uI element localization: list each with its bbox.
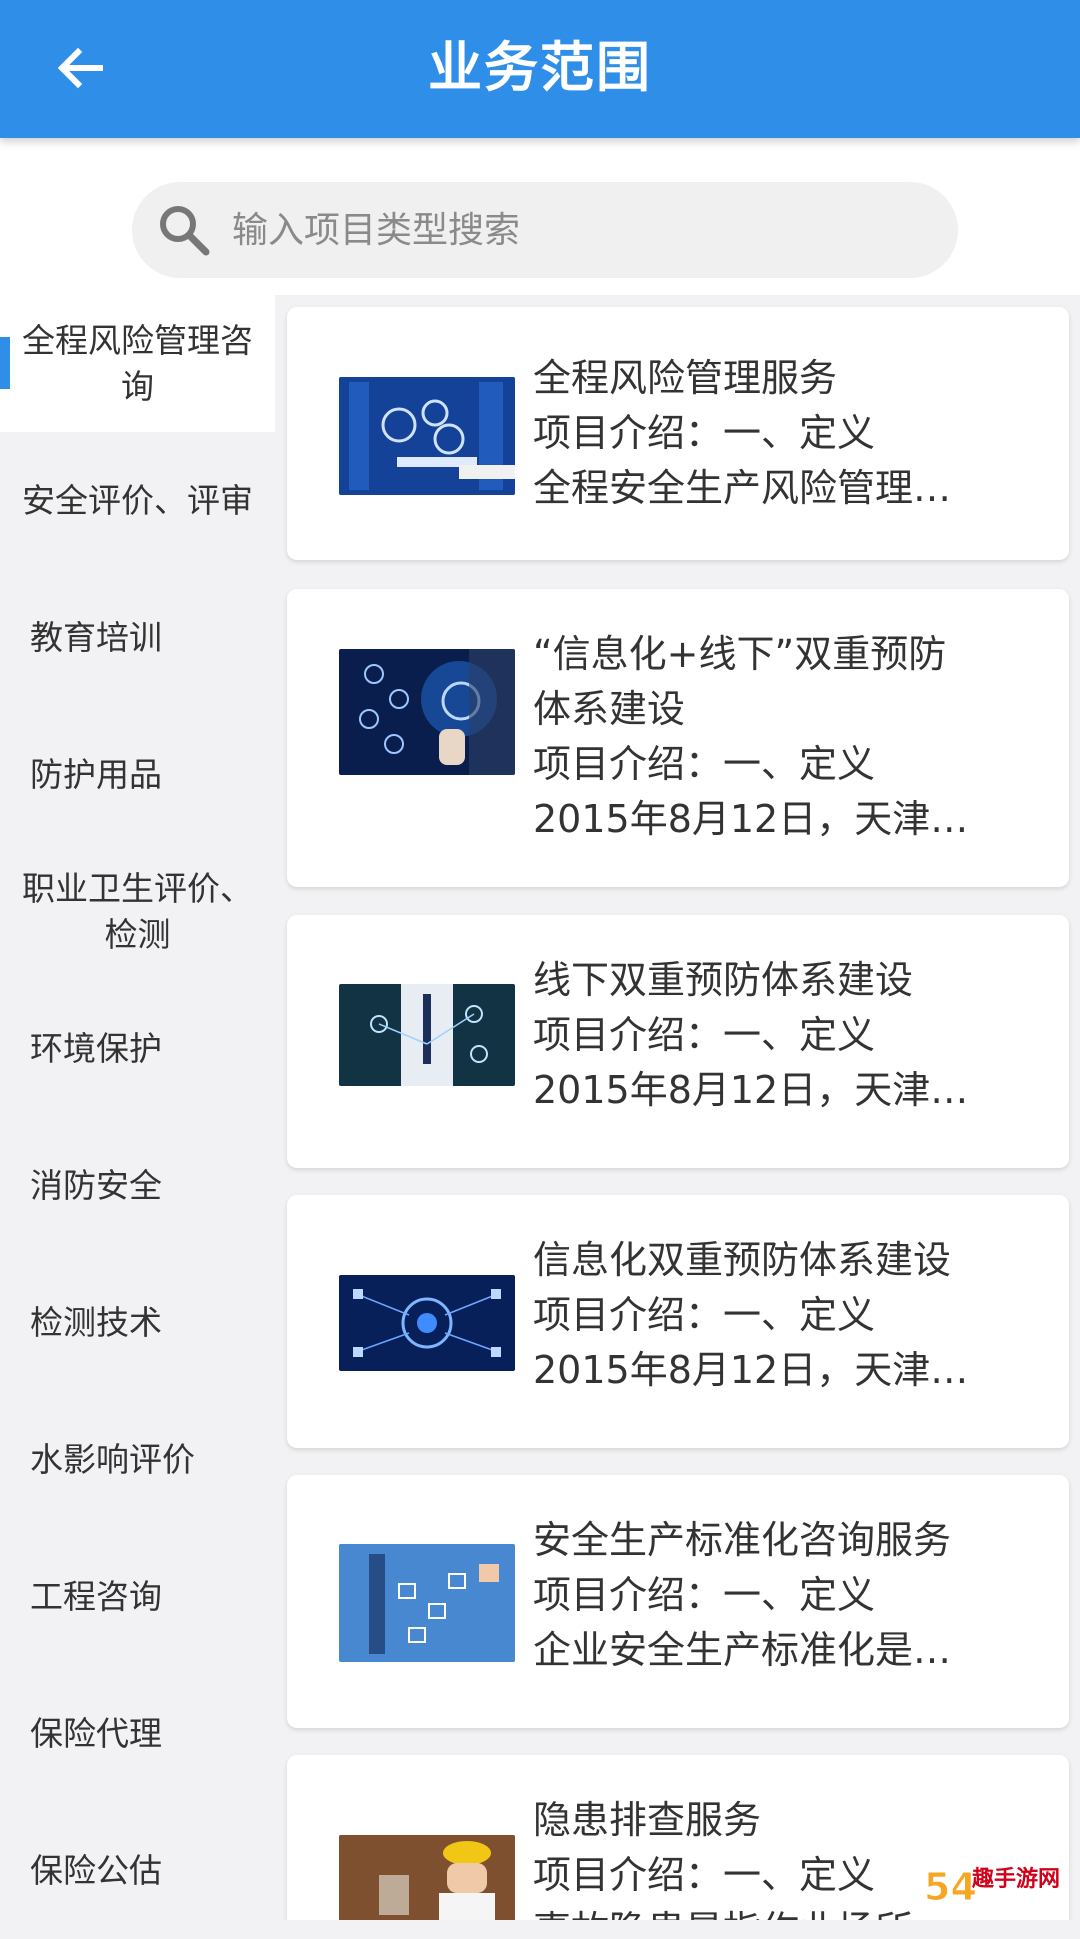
site-watermark-logo: 54 趣手游网 (922, 1860, 1072, 1912)
search-icon (154, 200, 214, 260)
sidebar-item-label: 保险公估 (30, 1848, 162, 1894)
sidebar-item-water-impact[interactable]: 水影响评价 (0, 1391, 275, 1528)
card-title: 全程风险管理服务 (533, 351, 1003, 406)
card-description: 企业安全生产标准化是… (533, 1623, 1003, 1678)
sidebar-item-engineering[interactable]: 工程咨询 (0, 1528, 275, 1665)
service-card[interactable]: 线下双重预防体系建设 项目介绍：一、定义 2015年8月12日，天津… (287, 915, 1069, 1168)
sidebar-item-occupational-health[interactable]: 职业卫生评价、检测 (0, 843, 275, 980)
sidebar-item-testing[interactable]: 检测技术 (0, 1254, 275, 1391)
card-title: 信息化双重预防体系建设 (533, 1233, 1003, 1288)
service-card[interactable]: 信息化双重预防体系建设 项目介绍：一、定义 2015年8月12日，天津… (287, 1195, 1069, 1448)
card-title-continued: 体系建设 (533, 682, 1003, 737)
safety-engineer-image (339, 1835, 515, 1920)
service-card[interactable]: 安全生产标准化咨询服务 项目介绍：一、定义 企业安全生产标准化是… (287, 1475, 1069, 1728)
sidebar-item-insurance-agency[interactable]: 保险代理 (0, 1665, 275, 1802)
businessman-network-image (339, 984, 515, 1086)
card-title: 线下双重预防体系建设 (533, 953, 1003, 1008)
active-indicator (0, 337, 10, 389)
card-text: 全程风险管理服务 项目介绍：一、定义 全程安全生产风险管理… (533, 351, 1003, 516)
sidebar-item-label: 防护用品 (30, 752, 162, 798)
card-intro: 项目介绍：一、定义 (533, 406, 1003, 461)
sidebar-item-label: 检测技术 (30, 1300, 162, 1346)
category-sidebar: 全程风险管理咨询 安全评价、评审 教育培训 防护用品 职业卫生评价、检测 环境保… (0, 295, 275, 1920)
card-text: 信息化双重预防体系建设 项目介绍：一、定义 2015年8月12日，天津… (533, 1233, 1003, 1398)
sidebar-item-label: 职业卫生评价、检测 (20, 866, 255, 958)
search-input[interactable] (232, 182, 932, 278)
service-card[interactable]: “信息化+线下”双重预防 体系建设 项目介绍：一、定义 2015年8月12日，天… (287, 589, 1069, 887)
svg-text:趣手游网: 趣手游网 (971, 1866, 1060, 1892)
server-gears-image (339, 377, 515, 495)
service-card[interactable]: 全程风险管理服务 项目介绍：一、定义 全程安全生产风险管理… (287, 307, 1069, 560)
card-title: 安全生产标准化咨询服务 (533, 1513, 1003, 1568)
sidebar-item-safety-evaluation[interactable]: 安全评价、评审 (0, 432, 275, 569)
sidebar-item-label: 水影响评价 (30, 1437, 195, 1483)
card-intro: 项目介绍：一、定义 (533, 737, 1003, 792)
card-description: 2015年8月12日，天津… (533, 792, 1003, 847)
card-intro: 项目介绍：一、定义 (533, 1288, 1003, 1343)
sidebar-item-training[interactable]: 教育培训 (0, 569, 275, 706)
sidebar-item-label: 工程咨询 (30, 1574, 162, 1620)
sidebar-item-label: 全程风险管理咨询 (20, 318, 255, 410)
sidebar-item-risk-consulting[interactable]: 全程风险管理咨询 (0, 295, 275, 432)
page-title: 业务范围 (0, 30, 1080, 106)
sidebar-item-label: 保险代理 (30, 1711, 162, 1757)
sidebar-item-label: 消防安全 (30, 1163, 162, 1209)
card-text: “信息化+线下”双重预防 体系建设 项目介绍：一、定义 2015年8月12日，天… (533, 627, 1003, 847)
sidebar-item-insurance-assessment[interactable]: 保险公估 (0, 1802, 275, 1939)
card-title: 隐患排查服务 (533, 1793, 1003, 1848)
sidebar-item-label: 安全评价、评审 (22, 478, 253, 524)
business-tech-image (339, 1544, 515, 1662)
sidebar-item-label: 教育培训 (30, 615, 162, 661)
search-bar[interactable] (132, 182, 958, 278)
svg-text:54: 54 (924, 1865, 977, 1909)
card-text: 线下双重预防体系建设 项目介绍：一、定义 2015年8月12日，天津… (533, 953, 1003, 1118)
card-title: “信息化+线下”双重预防 (533, 627, 1003, 682)
card-description: 全程安全生产风险管理… (533, 461, 1003, 516)
sidebar-item-label: 环境保护 (30, 1026, 162, 1072)
card-text: 安全生产标准化咨询服务 项目介绍：一、定义 企业安全生产标准化是… (533, 1513, 1003, 1678)
app-bar: 业务范围 (0, 0, 1080, 138)
card-intro: 项目介绍：一、定义 (533, 1568, 1003, 1623)
sidebar-item-fire-safety[interactable]: 消防安全 (0, 1117, 275, 1254)
digital-network-image (339, 1275, 515, 1371)
card-description: 2015年8月12日，天津… (533, 1063, 1003, 1118)
sidebar-item-protective-equipment[interactable]: 防护用品 (0, 706, 275, 843)
card-description: 2015年8月12日，天津… (533, 1343, 1003, 1398)
digital-touch-image (339, 649, 515, 775)
search-section (0, 138, 1080, 295)
service-list: 全程风险管理服务 项目介绍：一、定义 全程安全生产风险管理… “信息化+线下”双… (275, 295, 1080, 1920)
sidebar-item-environment[interactable]: 环境保护 (0, 980, 275, 1117)
card-intro: 项目介绍：一、定义 (533, 1008, 1003, 1063)
